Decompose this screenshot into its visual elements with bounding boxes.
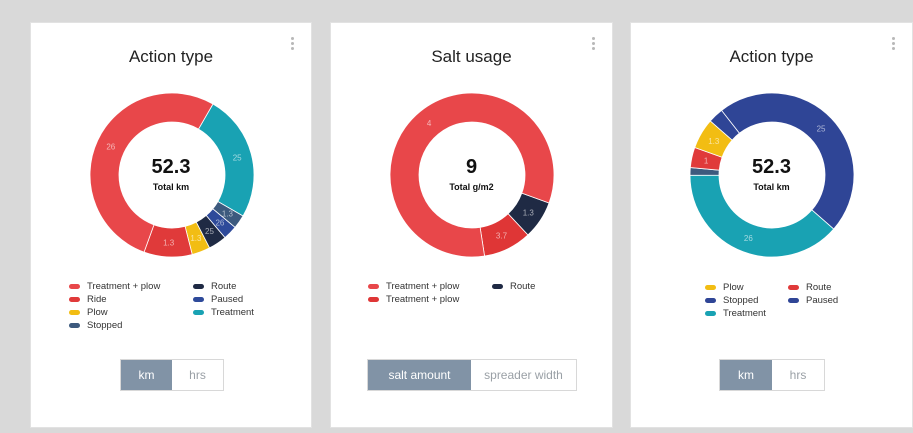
toggle-spreader-width[interactable]: spreader width [471, 360, 576, 390]
legend-label: Route [211, 281, 237, 292]
legend-item: Route [788, 282, 831, 293]
donut-chart: 252611.3 [689, 92, 855, 258]
chart-card-salt-usage: Salt usage 1.3 3.7 4 9 Total g/m2 Treatmen… [330, 22, 613, 428]
segment-label: 1.3 [222, 210, 234, 219]
legend-swatch [788, 285, 799, 290]
legend-label: Treatment + plow [386, 294, 460, 305]
toggle-km[interactable]: km [121, 360, 172, 390]
legend-swatch [69, 310, 80, 315]
legend-item: Plow [69, 307, 108, 318]
legend-label: Route [806, 282, 832, 293]
chart-card-action-type: Action type 25 26 1 1.3 52.3 Total km Plow … [630, 22, 913, 428]
legend-swatch [705, 285, 716, 290]
segment-label: 26 [106, 143, 115, 152]
metric-toggle: salt amount spreader width [367, 359, 577, 391]
legend-label: Treatment [211, 307, 254, 318]
legend-swatch [705, 298, 716, 303]
unit-toggle: km hrs [120, 359, 224, 391]
legend-label: Ride [87, 294, 107, 305]
segment-label: 1.3 [190, 234, 202, 243]
legend-label: Stopped [723, 295, 759, 306]
legend-swatch [368, 297, 379, 302]
legend-item: Route [193, 281, 236, 292]
legend-item: Ride [69, 294, 107, 305]
legend-label: Paused [211, 294, 244, 305]
segment-label: 25 [817, 125, 826, 134]
legend-item: Treatment [705, 308, 766, 319]
total-label: Total g/m2 [449, 182, 494, 192]
total-value: 52.3 [752, 156, 791, 178]
legend-label: Plow [723, 282, 744, 293]
legend-label: Plow [87, 307, 108, 318]
toggle-salt-amount[interactable]: salt amount [368, 360, 471, 390]
legend-item: Route [492, 281, 535, 292]
total-value: 9 [465, 156, 478, 178]
legend-item: Stopped [705, 295, 758, 306]
toggle-km[interactable]: km [720, 360, 772, 390]
legend-label: Stopped [87, 320, 123, 331]
legend-item: Treatment + plow [368, 294, 459, 305]
legend-label: Treatment + plow [87, 281, 161, 292]
unit-toggle: km hrs [719, 359, 825, 391]
segment-label: 1.3 [163, 238, 175, 247]
legend-item: Stopped [69, 320, 122, 331]
legend-label: Route [510, 281, 536, 292]
legend-item: Treatment + plow [69, 281, 160, 292]
toggle-hrs[interactable]: hrs [772, 360, 824, 390]
legend-label: Paused [806, 295, 839, 306]
segment-label: 1.3 [708, 137, 720, 146]
legend-swatch [492, 284, 503, 289]
total-label: Total km [152, 182, 190, 192]
legend-swatch [69, 284, 80, 289]
segment-label: 1.3 [523, 208, 535, 217]
legend-item: Treatment [193, 307, 254, 318]
total-value: 52.3 [151, 156, 191, 178]
legend-swatch [368, 284, 379, 289]
segment-label: 26 [215, 219, 224, 228]
legend-item: Paused [193, 294, 243, 305]
legend-label: Treatment [723, 308, 766, 319]
chart-card-action-type: Action type 25 1.3 26 25 1.3 1.3 26 52.3 Total… [30, 22, 312, 428]
legend-swatch [193, 284, 204, 289]
toggle-hrs[interactable]: hrs [172, 360, 223, 390]
legend-swatch [193, 297, 204, 302]
donut-chart: 251.326251.31.326 [89, 92, 255, 258]
legend-swatch [69, 323, 80, 328]
segment-label: 25 [205, 227, 214, 236]
donut-chart: 1.3 3.7 4 [389, 92, 555, 258]
segment-label: 3.7 [496, 232, 508, 241]
total-label: Total km [753, 182, 790, 192]
legend-swatch [788, 298, 799, 303]
legend-item: Paused [788, 295, 838, 306]
legend-item: Plow [705, 282, 744, 293]
legend-swatch [69, 297, 80, 302]
legend-label: Treatment + plow [386, 281, 460, 292]
segment-label: 26 [744, 234, 753, 243]
segment-label: 4 [427, 119, 432, 128]
legend-swatch [705, 311, 716, 316]
legend-swatch [193, 310, 204, 315]
legend-item: Treatment + plow [368, 281, 459, 292]
